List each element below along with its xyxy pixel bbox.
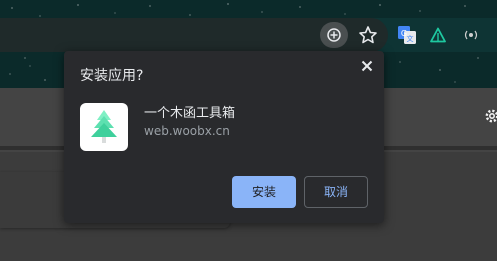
browser-toolbar: G 文 bbox=[0, 18, 497, 52]
address-bar[interactable] bbox=[0, 18, 388, 52]
tree-icon bbox=[91, 110, 117, 143]
svg-text:文: 文 bbox=[407, 34, 414, 43]
close-icon[interactable] bbox=[359, 58, 375, 74]
install-app-button[interactable] bbox=[320, 22, 348, 48]
star-icon[interactable] bbox=[358, 24, 378, 46]
triangle-extension-icon[interactable] bbox=[430, 27, 446, 43]
install-button[interactable]: 安装 bbox=[232, 176, 296, 208]
app-name: 一个木函工具箱 bbox=[144, 106, 236, 121]
install-app-icon bbox=[327, 28, 341, 42]
media-extension-icon[interactable] bbox=[464, 29, 478, 41]
app-origin: web.woobx.cn bbox=[144, 124, 230, 138]
dialog-title: 安装应用? bbox=[80, 68, 144, 84]
install-app-dialog: 安装应用? 一个木函工具箱 web.woobx.cn 安装 取消 bbox=[64, 51, 384, 223]
cancel-button[interactable]: 取消 bbox=[304, 176, 368, 208]
translate-extension-icon[interactable]: G 文 bbox=[398, 26, 416, 44]
gear-icon[interactable] bbox=[484, 108, 497, 124]
app-icon bbox=[80, 103, 128, 151]
